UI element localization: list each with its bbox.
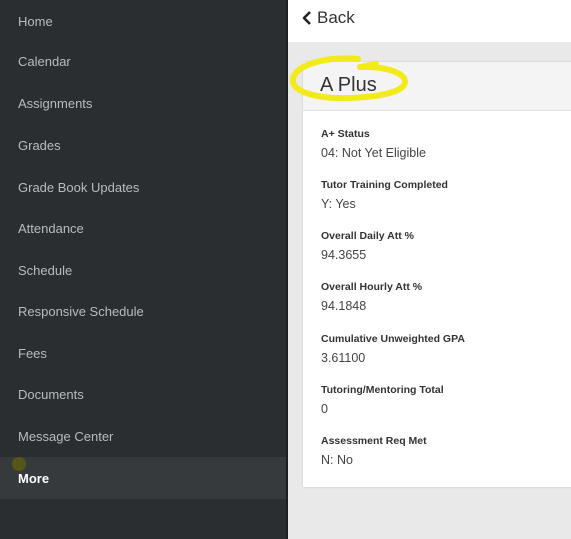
- field-value: 0: [321, 402, 328, 416]
- sidebar-item-responsive-schedule[interactable]: Responsive Schedule: [0, 290, 288, 332]
- sidebar-item-label: Fees: [18, 345, 47, 361]
- field-value: Y: Yes: [321, 197, 356, 211]
- field-label: Assessment Req Met: [321, 435, 427, 447]
- sidebar-nav: Home Calendar Assignments Grades Grade B…: [0, 0, 288, 539]
- field-value: 94.3655: [321, 248, 367, 262]
- main-content: Back A Plus A+ Status 04: Not Yet Eligib…: [288, 0, 571, 539]
- sidebar-item-label: Responsive Schedule: [18, 303, 144, 319]
- sidebar-item-label: Home: [18, 13, 53, 29]
- sidebar-item-label: Assignments: [18, 95, 93, 111]
- top-bar: Back: [288, 0, 571, 42]
- field-label: Tutoring/Mentoring Total: [321, 384, 444, 396]
- sidebar-item-label: More: [18, 470, 50, 486]
- sidebar-item-label: Documents: [18, 386, 84, 402]
- field-value: 04: Not Yet Eligible: [321, 146, 426, 160]
- field-value: 94.1848: [321, 299, 367, 313]
- chevron-left-icon: [302, 11, 311, 25]
- field-label: A+ Status: [321, 128, 370, 140]
- field-label: Overall Daily Att %: [321, 230, 414, 242]
- field-value: 3.61100: [321, 351, 366, 365]
- sidebar-item-home[interactable]: Home: [0, 0, 288, 42]
- field-value: N: No: [321, 453, 353, 467]
- sidebar-item-grade-book-updates[interactable]: Grade Book Updates: [0, 166, 288, 208]
- sidebar-item-label: Calendar: [18, 53, 71, 69]
- sidebar-item-label: Attendance: [18, 220, 84, 236]
- sidebar-item-grades[interactable]: Grades: [0, 124, 288, 166]
- sidebar-item-label: Grade Book Updates: [18, 179, 140, 195]
- field-label: Overall Hourly Att %: [321, 281, 423, 293]
- back-label: Back: [317, 8, 355, 27]
- sidebar-item-documents[interactable]: Documents: [0, 373, 288, 415]
- sidebar-item-attendance[interactable]: Attendance: [0, 207, 288, 249]
- field-label: Tutor Training Completed: [321, 179, 448, 191]
- sidebar-item-label: Schedule: [18, 262, 73, 278]
- a-plus-card: A Plus A+ Status 04: Not Yet Eligible Tu…: [303, 62, 571, 487]
- card-title: A Plus: [320, 74, 377, 96]
- sidebar-item-fees[interactable]: Fees: [0, 332, 288, 374]
- sidebar-item-calendar[interactable]: Calendar: [0, 40, 288, 82]
- sidebar-item-label: Message Center: [18, 428, 114, 444]
- back-button[interactable]: Back: [302, 7, 355, 29]
- cursor-dot: [12, 457, 26, 471]
- sidebar-item-schedule[interactable]: Schedule: [0, 249, 288, 291]
- sidebar-item-message-center[interactable]: Message Center: [0, 415, 288, 457]
- card-header: A Plus: [303, 62, 571, 111]
- sidebar-item-label: Grades: [18, 137, 61, 153]
- sidebar-item-assignments[interactable]: Assignments: [0, 82, 288, 124]
- field-label: Cumulative Unweighted GPA: [321, 333, 465, 345]
- sidebar-item-more[interactable]: More: [0, 457, 288, 499]
